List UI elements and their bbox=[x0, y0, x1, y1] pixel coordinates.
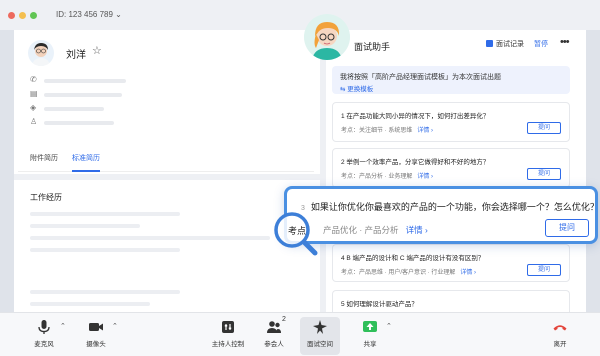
more-options-icon[interactable]: ••• bbox=[560, 36, 570, 48]
meeting-toolbar: 麦克风 ⌃ 摄像头 ⌃ 主持人控制 参会人 2 面试空间 共享 ⌃ 离开 bbox=[0, 312, 600, 356]
person-placeholder bbox=[44, 121, 114, 125]
record-icon bbox=[486, 40, 493, 47]
active-tab-indicator bbox=[72, 170, 100, 172]
highlighted-question-callout: 3 如果让你优化你最喜欢的产品的一个功能，你会选择哪一个？怎么优化？ 产品优化 ·… bbox=[284, 186, 599, 244]
title-bar: ID: 123 456 789 ⌄ bbox=[0, 0, 600, 30]
candidate-avatar bbox=[28, 40, 54, 66]
work-experience-card: 工作经历 bbox=[18, 180, 314, 312]
assistant-avatar bbox=[304, 14, 350, 60]
participants-label: 参会人 bbox=[264, 341, 284, 348]
camera-button[interactable]: 摄像头 bbox=[76, 317, 116, 355]
camera-icon bbox=[89, 323, 103, 331]
leave-icon bbox=[553, 325, 567, 331]
graduation-cap-icon: ◈ bbox=[30, 103, 37, 112]
education-row: ◈ bbox=[30, 104, 140, 114]
candidate-name: 刘洋 bbox=[66, 50, 86, 61]
leave-label: 离开 bbox=[553, 341, 567, 348]
change-template-link[interactable]: ⇆ 更换模板 bbox=[340, 83, 373, 93]
change-template-label: 更换模板 bbox=[347, 86, 374, 93]
template-intro-text: 我将按照「高阶产品经理面试模板」为本次面试出题 bbox=[340, 74, 501, 81]
participants-count-badge: 2 bbox=[282, 316, 286, 323]
experience-placeholder-line bbox=[30, 302, 150, 306]
meeting-id[interactable]: ID: 123 456 789 ⌄ bbox=[56, 10, 122, 19]
ask-question-button[interactable]: 提问 bbox=[527, 122, 561, 134]
leave-button[interactable]: 离开 bbox=[540, 317, 580, 355]
ask-question-button[interactable]: 提问 bbox=[527, 168, 561, 180]
interview-space-icon bbox=[313, 320, 327, 334]
question-card-4: 4 B 端产品的设计和 C 端产品的设计有没有区别？ 考点：产品思维 · 用户/… bbox=[332, 244, 570, 282]
microphone-button[interactable]: 麦克风 bbox=[24, 317, 64, 355]
template-intro-box: 我将按照「高阶产品经理面试模板」为本次面试出题 ⇆ 更换模板 bbox=[332, 66, 570, 94]
phone-placeholder bbox=[44, 79, 126, 83]
tab-attachment-resume[interactable]: 附件简历 bbox=[30, 153, 58, 163]
share-options-chevron-icon[interactable]: ⌃ bbox=[386, 322, 392, 330]
interview-space-label: 面试空间 bbox=[307, 341, 333, 348]
question-detail-link[interactable]: 详情 › bbox=[460, 270, 476, 276]
experience-placeholder-line bbox=[30, 248, 180, 252]
document-placeholder bbox=[44, 93, 122, 97]
question-card-1: 1 在产品功能大同小异的情况下，如何打出差异化？ 考点：关注细节 · 系统思维 … bbox=[332, 102, 570, 142]
question-text: 5 如何理解设计驱动产品？ bbox=[341, 301, 418, 308]
question-meta: 考点：关注细节 · 系统思维 详情 › bbox=[341, 125, 433, 134]
resume-tabs: 附件简历 标准简历 bbox=[18, 152, 314, 172]
interview-record-button[interactable]: 面试记录 bbox=[486, 39, 524, 49]
assistant-title: 面试助手 bbox=[354, 42, 391, 52]
share-label: 共享 bbox=[363, 341, 377, 348]
pause-button[interactable]: 暂停 bbox=[534, 39, 548, 49]
phone-icon: ✆ bbox=[30, 75, 37, 84]
question-topics: 考点：关注细节 · 系统思维 bbox=[341, 128, 413, 134]
candidate-profile-card: 刘洋 ☆ ✆ ▤ ◈ ♙ bbox=[18, 30, 314, 172]
experience-placeholder-line bbox=[30, 236, 270, 240]
experience-placeholder-line bbox=[30, 212, 180, 216]
person-row: ♙ bbox=[30, 118, 140, 128]
document-row: ▤ bbox=[30, 90, 140, 100]
camera-options-chevron-icon[interactable]: ⌃ bbox=[112, 322, 118, 330]
question-card-5: 5 如何理解设计驱动产品？ bbox=[332, 290, 570, 312]
highlighted-question-meta: 产品优化 · 产品分析 详情 › bbox=[323, 224, 428, 236]
question-text: 2 举例一个效率产品，分享它做得好和不好的地方？ bbox=[341, 159, 490, 166]
host-control-button[interactable]: 主持人控制 bbox=[206, 317, 250, 355]
question-detail-link[interactable]: 详情 › bbox=[417, 174, 433, 180]
interview-record-label: 面试记录 bbox=[496, 41, 524, 48]
host-control-icon bbox=[222, 321, 234, 333]
magnified-topic-label: 考点 bbox=[288, 226, 307, 236]
ask-question-button[interactable]: 提问 bbox=[527, 264, 561, 276]
question-meta: 考点：产品分析 · 业务理解 详情 › bbox=[341, 171, 433, 180]
share-button[interactable]: 共享 bbox=[350, 317, 390, 355]
phone-row: ✆ bbox=[30, 76, 140, 86]
microphone-options-chevron-icon[interactable]: ⌃ bbox=[60, 322, 66, 330]
microphone-label: 麦克风 bbox=[34, 341, 54, 348]
question-text: 4 B 端产品的设计和 C 端产品的设计有没有区别？ bbox=[341, 255, 485, 262]
close-window-button[interactable] bbox=[8, 12, 15, 19]
experience-placeholder-line bbox=[30, 224, 140, 228]
highlighted-question-text: 如果让你优化你最喜欢的产品的一个功能，你会选择哪一个？怎么优化？ bbox=[310, 202, 599, 212]
question-topics: 考点：产品分析 · 业务理解 bbox=[341, 174, 413, 180]
person-icon: ♙ bbox=[30, 117, 38, 126]
experience-placeholder-line bbox=[30, 290, 180, 294]
document-icon: ▤ bbox=[30, 89, 38, 98]
work-experience-title: 工作经历 bbox=[30, 193, 62, 202]
highlighted-detail-link[interactable]: 详情 › bbox=[406, 225, 428, 235]
minimize-window-button[interactable] bbox=[19, 12, 26, 19]
favorite-star-icon[interactable]: ☆ bbox=[92, 44, 102, 57]
participants-icon bbox=[267, 321, 281, 333]
host-control-label: 主持人控制 bbox=[211, 341, 245, 348]
question-text: 1 在产品功能大同小异的情况下，如何打出差异化？ bbox=[341, 113, 490, 120]
education-placeholder bbox=[44, 107, 104, 111]
participants-button[interactable]: 参会人 bbox=[254, 317, 294, 355]
question-topics: 考点：产品思维 · 用户/客户意识 · 行业理解 bbox=[341, 270, 456, 276]
question-card-2: 2 举例一个效率产品，分享它做得好和不好的地方？ 考点：产品分析 · 业务理解 … bbox=[332, 148, 570, 188]
share-icon bbox=[363, 321, 377, 332]
camera-label: 摄像头 bbox=[86, 341, 106, 348]
maximize-window-button[interactable] bbox=[30, 12, 37, 19]
tab-standard-resume[interactable]: 标准简历 bbox=[72, 153, 100, 163]
question-meta: 考点：产品思维 · 用户/客户意识 · 行业理解 详情 › bbox=[341, 267, 476, 276]
interview-space-button[interactable]: 面试空间 bbox=[300, 317, 340, 355]
highlighted-ask-button[interactable]: 提问 bbox=[545, 219, 589, 237]
highlighted-question-topics: 产品优化 · 产品分析 bbox=[323, 225, 399, 235]
microphone-icon bbox=[38, 320, 50, 334]
question-detail-link[interactable]: 详情 › bbox=[417, 128, 433, 134]
highlighted-question: 3 如果让你优化你最喜欢的产品的一个功能，你会选择哪一个？怎么优化？ bbox=[301, 200, 599, 213]
